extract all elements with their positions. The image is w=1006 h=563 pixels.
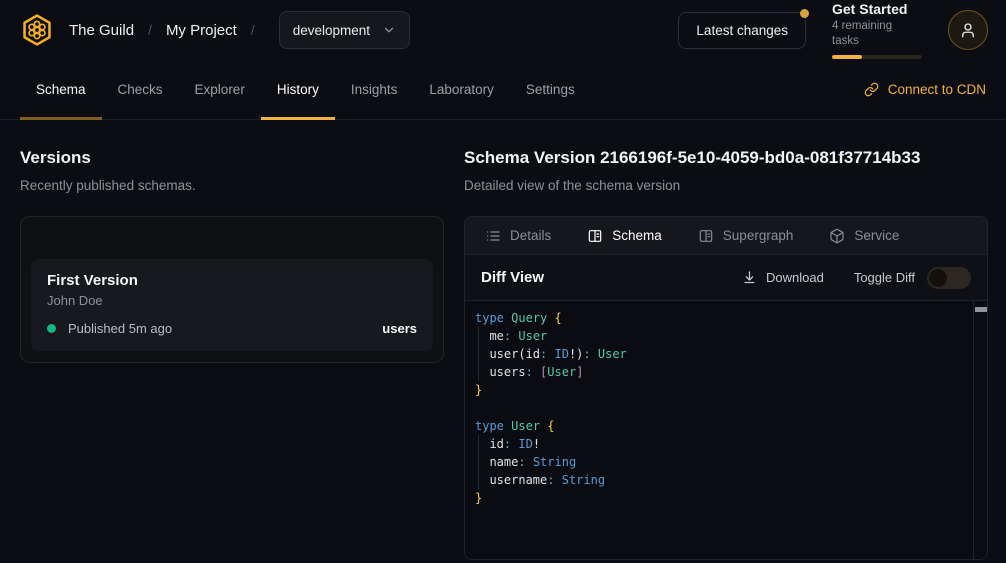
latest-changes-button[interactable]: Latest changes bbox=[678, 12, 806, 49]
environment-select[interactable]: development bbox=[279, 11, 410, 49]
columns-icon bbox=[698, 228, 714, 244]
switch-knob bbox=[929, 269, 947, 287]
code-content: type Query { me: User user(id: ID!): Use… bbox=[465, 301, 987, 515]
link-icon bbox=[864, 82, 879, 97]
tab-details-label: Details bbox=[510, 228, 551, 243]
cube-icon bbox=[829, 228, 845, 244]
version-status: Published 5m ago bbox=[68, 321, 172, 336]
nav-item-insights[interactable]: Insights bbox=[335, 60, 414, 119]
tab-schema[interactable]: Schema bbox=[587, 228, 662, 244]
version-author: John Doe bbox=[47, 293, 417, 308]
version-meta-row: Published 5m ago users bbox=[47, 321, 417, 336]
published-status-dot-icon bbox=[47, 324, 56, 333]
detail-tabs: Details Schema Super bbox=[465, 217, 987, 255]
notification-dot-icon bbox=[800, 9, 809, 18]
breadcrumb-project[interactable]: My Project bbox=[166, 22, 237, 39]
tab-schema-label: Schema bbox=[612, 228, 662, 243]
hive-logo-icon[interactable] bbox=[20, 13, 54, 47]
versions-list: First Version John Doe Published 5m ago … bbox=[20, 216, 444, 363]
breadcrumb-org[interactable]: The Guild bbox=[69, 22, 134, 39]
connect-to-cdn-button[interactable]: Connect to CDN bbox=[864, 60, 986, 119]
latest-changes-label: Latest changes bbox=[696, 23, 788, 38]
tab-supergraph[interactable]: Supergraph bbox=[698, 228, 794, 244]
get-started-widget[interactable]: Get Started 4 remaining tasks bbox=[832, 1, 922, 59]
code-scrollbar[interactable] bbox=[973, 301, 987, 559]
download-icon bbox=[742, 270, 757, 285]
nav-item-explorer[interactable]: Explorer bbox=[179, 60, 261, 119]
indent-guide bbox=[478, 435, 479, 489]
version-detail-title: Schema Version 2166196f-5e10-4059-bd0a-0… bbox=[464, 148, 988, 168]
diff-actions: Download Toggle Diff bbox=[742, 267, 971, 289]
nav-item-checks[interactable]: Checks bbox=[102, 60, 179, 119]
breadcrumb: The Guild / My Project / development bbox=[20, 11, 410, 49]
list-icon bbox=[485, 228, 501, 244]
version-detail-card: Details Schema Super bbox=[464, 216, 988, 560]
top-header: The Guild / My Project / development Lat… bbox=[0, 0, 1006, 60]
toggle-diff-switch[interactable] bbox=[927, 267, 971, 289]
schema-code-block[interactable]: type Query { me: User user(id: ID!): Use… bbox=[465, 301, 987, 559]
columns-icon bbox=[587, 228, 603, 244]
app-root: The Guild / My Project / development Lat… bbox=[0, 0, 1006, 560]
scrollbar-thumb[interactable] bbox=[975, 307, 987, 312]
versions-panel: Versions Recently published schemas. Fir… bbox=[0, 120, 464, 560]
toggle-diff-label: Toggle Diff bbox=[854, 270, 915, 285]
nav-item-settings[interactable]: Settings bbox=[510, 60, 591, 119]
versions-subtitle: Recently published schemas. bbox=[20, 178, 444, 194]
get-started-subtitle: 4 remaining tasks bbox=[832, 19, 922, 49]
version-list-item[interactable]: First Version John Doe Published 5m ago … bbox=[31, 259, 433, 351]
user-icon bbox=[959, 21, 977, 39]
header-actions: Latest changes Get Started 4 remaining t… bbox=[678, 1, 988, 59]
chevron-down-icon bbox=[382, 23, 396, 37]
nav-item-schema[interactable]: Schema bbox=[20, 60, 102, 119]
tab-supergraph-label: Supergraph bbox=[723, 228, 794, 243]
environment-select-value: development bbox=[293, 23, 370, 38]
version-service-tag: users bbox=[382, 321, 417, 336]
tab-service[interactable]: Service bbox=[829, 228, 899, 244]
tab-service-label: Service bbox=[854, 228, 899, 243]
diff-view-title: Diff View bbox=[481, 269, 544, 286]
download-label: Download bbox=[766, 270, 824, 285]
breadcrumb-separator: / bbox=[251, 22, 255, 38]
versions-title: Versions bbox=[20, 148, 444, 168]
version-name: First Version bbox=[47, 272, 417, 289]
download-button[interactable]: Download bbox=[742, 270, 824, 285]
primary-nav: Schema Checks Explorer History Insights … bbox=[0, 60, 1006, 120]
nav-item-laboratory[interactable]: Laboratory bbox=[413, 60, 510, 119]
get-started-progress-track bbox=[832, 55, 922, 59]
nav-item-history[interactable]: History bbox=[261, 60, 335, 119]
get-started-title: Get Started bbox=[832, 1, 922, 18]
main-content: Versions Recently published schemas. Fir… bbox=[0, 120, 1006, 560]
version-detail-subtitle: Detailed view of the schema version bbox=[464, 178, 988, 194]
diff-toolbar: Diff View Download Toggle Diff bbox=[465, 255, 987, 301]
tab-details[interactable]: Details bbox=[485, 228, 551, 244]
breadcrumb-separator: / bbox=[148, 22, 152, 38]
toggle-diff-control: Toggle Diff bbox=[854, 267, 971, 289]
version-detail-panel: Schema Version 2166196f-5e10-4059-bd0a-0… bbox=[464, 120, 1006, 560]
avatar[interactable] bbox=[948, 10, 988, 50]
indent-guide bbox=[478, 327, 479, 381]
progress-fill bbox=[832, 55, 862, 59]
connect-to-cdn-label: Connect to CDN bbox=[888, 82, 986, 97]
